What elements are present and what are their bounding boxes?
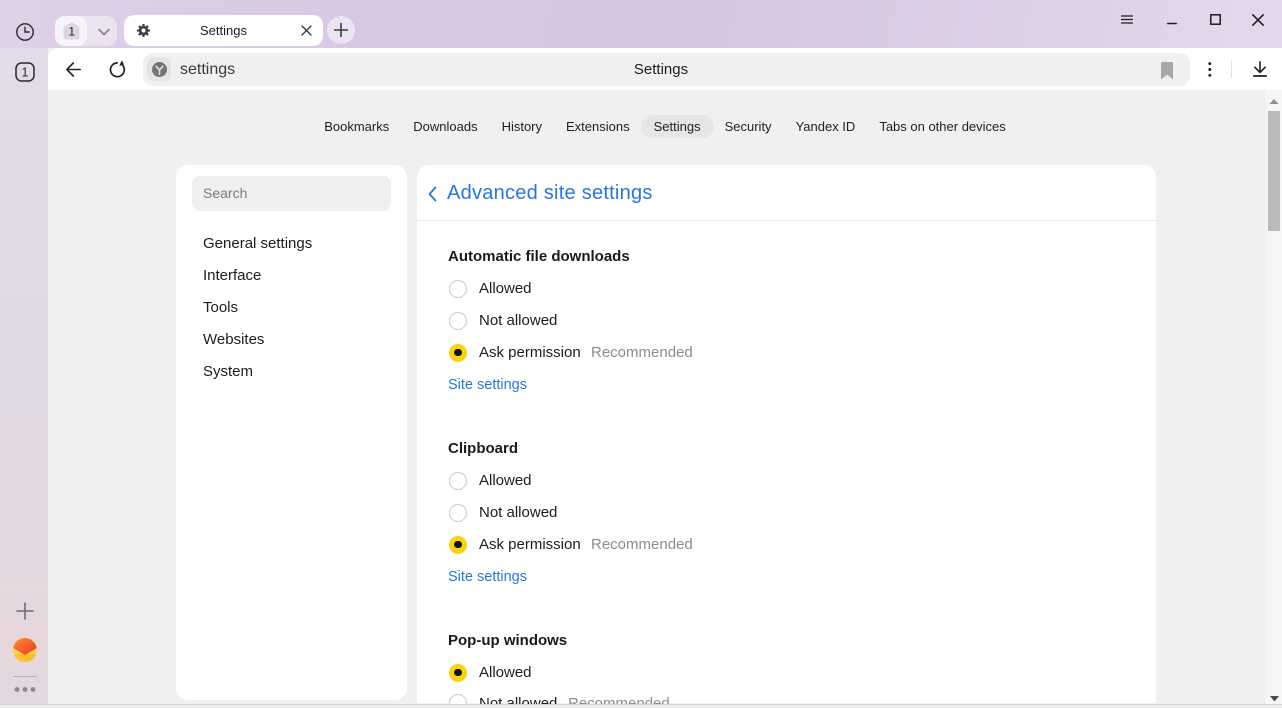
svg-text:1: 1 — [68, 24, 75, 38]
svg-text:1: 1 — [22, 66, 29, 80]
